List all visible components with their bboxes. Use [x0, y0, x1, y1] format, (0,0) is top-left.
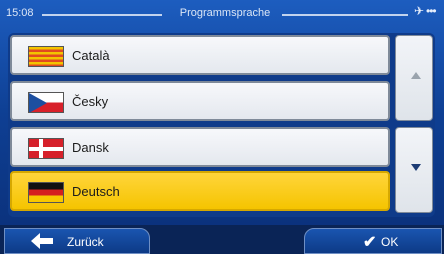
flag-germany-icon [28, 182, 64, 203]
navigation-screen: 15:08 Programmsprache ✈ ••• Català Česky… [0, 0, 444, 254]
flag-czech-icon [28, 92, 64, 113]
arrow-left-icon [31, 233, 53, 249]
scroll-down-button[interactable] [395, 127, 433, 213]
ok-button-label: OK [381, 235, 399, 249]
back-button[interactable]: Zurück [4, 228, 150, 254]
list-item-label: Dansk [72, 140, 109, 155]
clock-time: 15:08 [6, 7, 34, 19]
scroll-up-button[interactable] [395, 35, 433, 121]
list-item-dansk[interactable]: Dansk [10, 127, 390, 167]
list-item-label: Català [72, 48, 110, 63]
checkmark-icon: ✔ [363, 234, 377, 251]
ok-button[interactable]: ✔ OK [304, 228, 442, 254]
title-divider-right [282, 14, 408, 16]
list-item-cesky[interactable]: Česky [10, 81, 390, 121]
chevron-down-icon [411, 164, 421, 171]
language-list: Català Česky Dansk Deutsch [10, 35, 390, 213]
title-divider-left [42, 14, 162, 16]
chevron-up-icon [411, 72, 421, 79]
list-item-label: Česky [72, 94, 109, 109]
satellite-icon: ✈ [414, 4, 425, 18]
signal-dots-icon: ••• [426, 4, 437, 18]
list-item-deutsch[interactable]: Deutsch [10, 171, 390, 211]
scroll-controls [395, 35, 433, 213]
list-item-catala[interactable]: Català [10, 35, 390, 75]
title-bar: 15:08 Programmsprache ✈ ••• [0, 0, 444, 30]
page-title: Programmsprache [179, 7, 271, 19]
flag-denmark-icon [28, 138, 64, 159]
back-button-label: Zurück [67, 235, 104, 249]
flag-catalonia-icon [28, 46, 64, 67]
list-item-label: Deutsch [72, 184, 120, 199]
